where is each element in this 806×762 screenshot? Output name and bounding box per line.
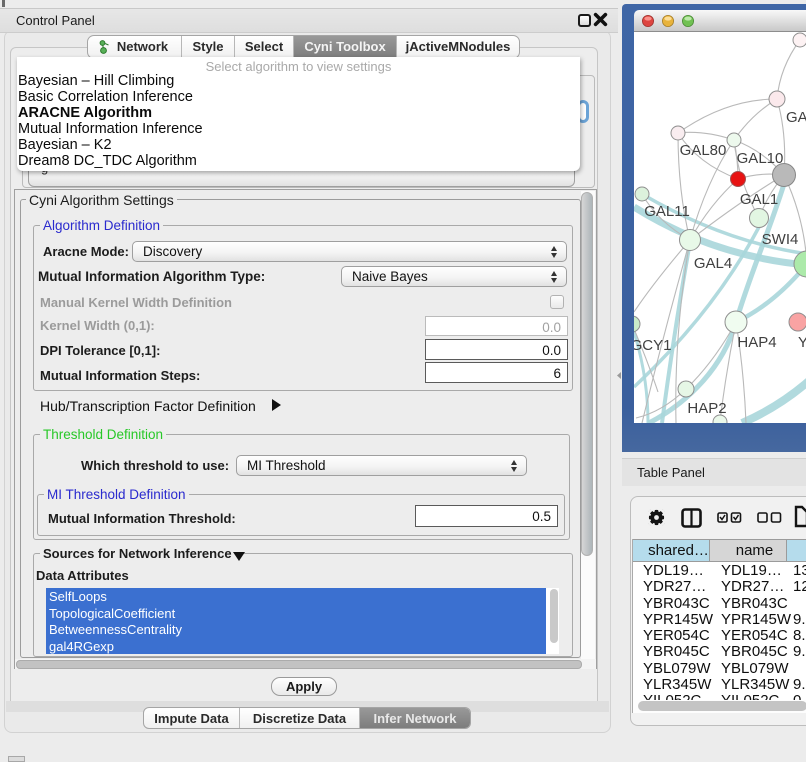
svg-text:Y: Y <box>798 334 806 351</box>
svg-text:GAL: GAL <box>786 109 806 126</box>
svg-text:GAL10: GAL10 <box>737 150 784 167</box>
svg-text:HAP2: HAP2 <box>687 400 726 417</box>
svg-text:GCY1: GCY1 <box>634 337 671 354</box>
svg-text:GAL4: GAL4 <box>694 255 732 272</box>
svg-text:GAL11: GAL11 <box>644 203 690 220</box>
svg-text:GAL1: GAL1 <box>740 191 778 208</box>
svg-text:GAL80: GAL80 <box>680 142 727 159</box>
svg-text:HAP4: HAP4 <box>737 334 776 351</box>
svg-text:SWI4: SWI4 <box>762 231 799 248</box>
